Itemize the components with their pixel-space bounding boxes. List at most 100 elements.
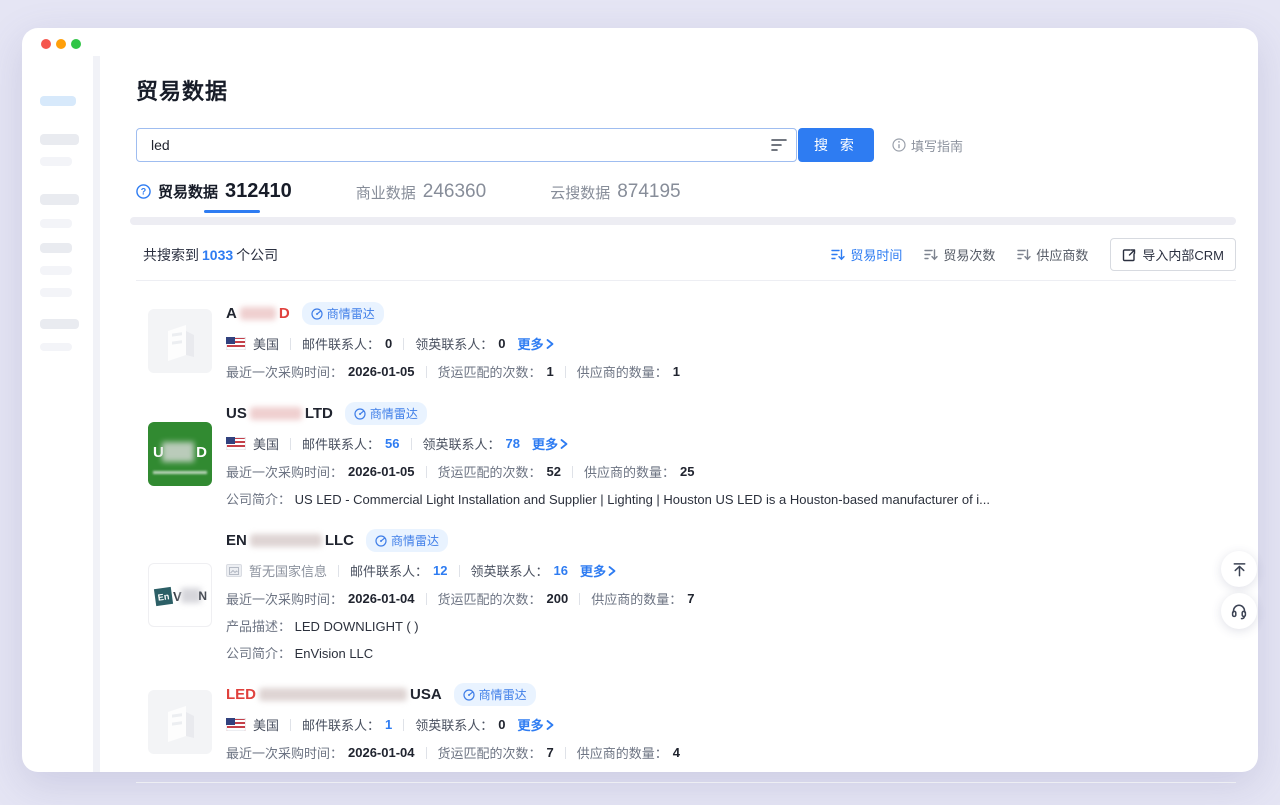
sort-trade-count[interactable]: 贸易次数 <box>924 245 995 264</box>
email-contacts-label: 邮件联系人： <box>350 561 428 580</box>
sort-icon <box>831 248 845 261</box>
supplier-count-label: 供应商的数量： <box>584 462 675 481</box>
tab-business-data[interactable]: 商业数据 246360 <box>356 181 486 205</box>
us-flag-icon <box>226 718 246 731</box>
more-link[interactable]: 更多 <box>580 561 616 580</box>
window-controls <box>41 39 81 49</box>
sidebar-skeleton-item <box>40 134 79 145</box>
tab-count: 874195 <box>617 181 680 203</box>
linkedin-contacts-label: 领英联系人： <box>415 715 493 734</box>
company-logo: En V N <box>148 563 212 627</box>
svg-text:?: ? <box>141 187 146 197</box>
company-name[interactable]: AD <box>226 305 290 322</box>
sort-trade-time[interactable]: 贸易时间 <box>831 245 902 264</box>
email-contacts-label: 邮件联系人： <box>302 715 380 734</box>
country-label: 美国 <box>253 715 279 734</box>
maximize-window-button[interactable] <box>71 39 81 49</box>
email-contacts-label: 邮件联系人： <box>302 434 380 453</box>
sort-supplier-count[interactable]: 供应商数 <box>1017 245 1088 264</box>
app-window: 贸易数据 搜 索 填写指南 ? 贸易数据 312410 商业数据 <box>22 28 1258 772</box>
sidebar <box>40 96 80 365</box>
company-intro-value: US LED - Commercial Light Installation a… <box>295 492 990 507</box>
radar-badge[interactable]: 商情雷达 <box>454 683 536 706</box>
sidebar-skeleton-item <box>40 288 72 297</box>
purchase-time-label: 最近一次采购时间： <box>226 362 343 381</box>
tab-label: 贸易数据 <box>158 181 218 202</box>
supplier-count-value: 25 <box>680 464 694 479</box>
freight-match-label: 货运匹配的次数： <box>438 743 542 762</box>
more-link[interactable]: 更多 <box>518 334 554 353</box>
chevron-right-icon <box>546 339 554 349</box>
sidebar-skeleton-item <box>40 219 72 228</box>
company-intro-label: 公司简介： <box>226 646 291 661</box>
building-icon <box>162 321 198 361</box>
search-box <box>136 128 797 162</box>
fill-guide-label: 填写指南 <box>911 136 963 155</box>
company-logo-placeholder <box>148 690 212 754</box>
customer-service-button[interactable] <box>1221 593 1257 629</box>
result-tabs: ? 贸易数据 312410 商业数据 246360 云搜数据 874195 <box>136 180 1236 205</box>
linkedin-contacts-label: 领英联系人： <box>415 334 493 353</box>
building-icon <box>162 702 198 742</box>
linkedin-contacts-value[interactable]: 16 <box>554 563 568 578</box>
page-title: 贸易数据 <box>136 74 1236 106</box>
company-name[interactable]: ENLLC <box>226 532 354 549</box>
more-link[interactable]: 更多 <box>532 434 568 453</box>
results-count: 1033 <box>199 247 236 263</box>
linkedin-contacts-label: 领英联系人： <box>423 434 501 453</box>
import-icon <box>1122 248 1136 262</box>
email-contacts-value[interactable]: 1 <box>385 717 392 732</box>
purchase-time-label: 最近一次采购时间： <box>226 743 343 762</box>
tab-count: 312410 <box>225 180 292 203</box>
radar-icon <box>375 535 387 547</box>
radar-badge[interactable]: 商情雷达 <box>366 529 448 552</box>
filter-icon[interactable] <box>762 129 796 161</box>
us-flag-icon <box>226 337 246 350</box>
tab-cloud-search-data[interactable]: 云搜数据 874195 <box>550 181 680 205</box>
supplier-count-value: 1 <box>673 364 680 379</box>
company-name[interactable]: LEDUSA <box>226 686 442 703</box>
company-list: AD 商情雷达 美国 邮件联系人：0 领英联系人：0 <box>136 281 1236 783</box>
horizontal-scrollbar-track[interactable] <box>130 217 1236 225</box>
company-intro-value: EnVision LLC <box>295 646 374 661</box>
sidebar-skeleton-item <box>40 266 72 275</box>
company-row: En V N ENLLC 商情雷达 <box>136 508 1236 662</box>
linkedin-contacts-label: 领英联系人： <box>471 561 549 580</box>
sidebar-item-active[interactable] <box>40 96 76 106</box>
fill-guide-link[interactable]: 填写指南 <box>892 136 963 155</box>
more-link[interactable]: 更多 <box>518 715 554 734</box>
tab-label: 云搜数据 <box>550 182 610 203</box>
search-row: 搜 索 填写指南 <box>136 128 1236 162</box>
supplier-count-label: 供应商的数量： <box>577 362 668 381</box>
sidebar-skeleton-item <box>40 243 72 253</box>
us-flag-icon <box>226 437 246 450</box>
linkedin-contacts-value[interactable]: 78 <box>506 436 520 451</box>
tab-count: 246360 <box>423 181 486 203</box>
radar-badge[interactable]: 商情雷达 <box>302 302 384 325</box>
company-name[interactable]: USLTD <box>226 405 333 422</box>
search-input[interactable] <box>137 137 762 153</box>
linkedin-contacts-value: 0 <box>498 717 505 732</box>
email-contacts-value[interactable]: 56 <box>385 436 399 451</box>
back-to-top-button[interactable] <box>1221 551 1257 587</box>
search-button[interactable]: 搜 索 <box>798 128 874 162</box>
no-country-label: 暂无国家信息 <box>249 561 327 580</box>
sort-icon <box>1017 248 1031 261</box>
close-window-button[interactable] <box>41 39 51 49</box>
import-crm-button[interactable]: 导入内部CRM <box>1110 238 1236 271</box>
tab-label: 商业数据 <box>356 182 416 203</box>
freight-match-value: 1 <box>547 364 554 379</box>
floating-action-buttons <box>1221 551 1257 629</box>
purchase-time-value: 2026-01-04 <box>348 745 415 760</box>
email-contacts-label: 邮件联系人： <box>302 334 380 353</box>
list-end-divider <box>136 782 1236 783</box>
minimize-window-button[interactable] <box>56 39 66 49</box>
back-to-top-icon <box>1231 561 1248 578</box>
radar-badge[interactable]: 商情雷达 <box>345 402 427 425</box>
sidebar-divider <box>93 56 100 772</box>
logo-mark: En <box>154 586 173 605</box>
tab-trade-data[interactable]: ? 贸易数据 312410 <box>136 180 292 205</box>
email-contacts-value[interactable]: 12 <box>433 563 447 578</box>
headset-icon <box>1230 602 1248 620</box>
freight-match-label: 货运匹配的次数： <box>438 462 542 481</box>
